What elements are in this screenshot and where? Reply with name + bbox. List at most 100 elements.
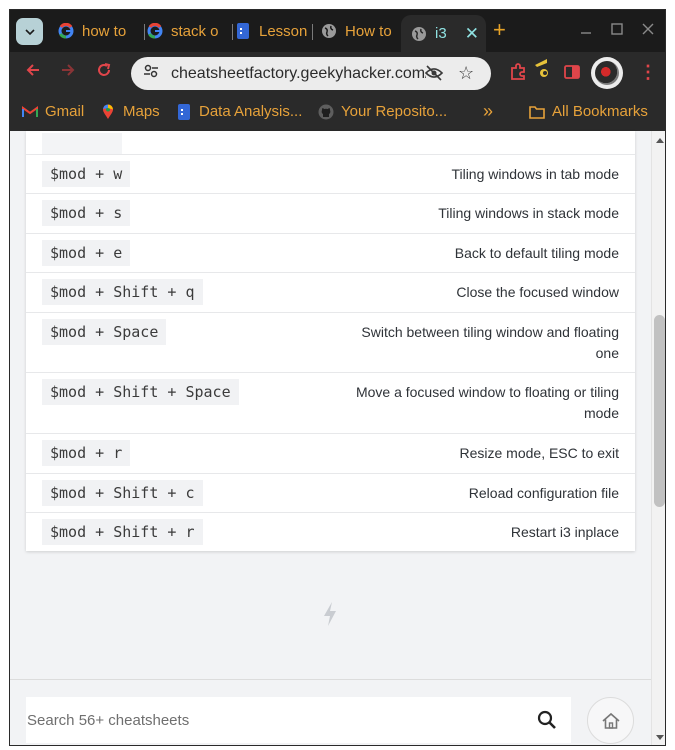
shortcut-keys: $mod + w xyxy=(42,161,131,187)
table-row: $mod + Shift + q Close the focused windo… xyxy=(26,272,635,312)
shortcut-keys: $mod + Shift + r xyxy=(42,519,203,545)
side-panel-icon[interactable] xyxy=(563,63,581,86)
bookmark-github[interactable]: Your Reposito... xyxy=(318,103,447,120)
table-row: $mod + r Resize mode, ESC to exit xyxy=(26,433,635,473)
back-icon[interactable] xyxy=(25,62,41,83)
description-line: Move a focused window to floating or til… xyxy=(355,384,619,400)
home-icon xyxy=(601,712,620,729)
site-settings-icon[interactable] xyxy=(143,63,159,84)
document-icon xyxy=(176,103,192,120)
tab-stack-overflow[interactable]: stack o xyxy=(147,17,223,45)
avatar-image xyxy=(595,61,619,85)
description-line: Switch between tiling window and floatin… xyxy=(361,324,619,340)
browser-chrome: how to stack o Lesson How to i3 ✕ + chea… xyxy=(10,10,665,131)
scroll-up-arrow-icon[interactable] xyxy=(656,138,664,143)
tab-search-button[interactable] xyxy=(16,18,43,45)
shortcut-description: Tiling windows in stack mode xyxy=(438,205,619,221)
extensions-icon[interactable] xyxy=(509,63,527,86)
google-icon xyxy=(147,23,163,39)
more-options-icon[interactable]: ⋮ xyxy=(639,62,657,83)
google-icon xyxy=(58,23,74,39)
document-icon xyxy=(235,23,251,39)
globe-icon xyxy=(321,23,337,39)
tab-how-to-2[interactable]: How to xyxy=(321,17,395,45)
table-row: $mod + s Tiling windows in stack mode xyxy=(26,193,635,233)
extension-badge-icon[interactable] xyxy=(533,57,555,84)
description-line: mode xyxy=(583,405,619,421)
shortcut-description: Close the focused window xyxy=(456,284,619,300)
tab-how-to[interactable]: how to xyxy=(58,17,134,45)
bookmark-label: Data Analysis... xyxy=(199,103,303,120)
table-row: $mod + w Tiling windows in tab mode xyxy=(26,154,635,193)
reload-icon[interactable] xyxy=(96,62,112,83)
shortcut-description: Switch between tiling window and floatin… xyxy=(361,322,619,364)
tab-title: i3 xyxy=(435,25,447,42)
gmail-icon xyxy=(22,104,38,120)
minimize-icon[interactable] xyxy=(580,22,592,39)
maps-icon xyxy=(100,103,116,120)
avatar[interactable] xyxy=(591,57,623,89)
scrollbar-thumb[interactable] xyxy=(654,315,665,507)
star-icon[interactable]: ☆ xyxy=(458,63,474,84)
shortcut-keys: $mod + r xyxy=(42,440,131,466)
home-button[interactable] xyxy=(587,697,634,744)
address-bar[interactable]: cheatsheetfactory.geekyhacker.com/l... ☆ xyxy=(131,57,491,90)
shortcut-table: $mod + w Tiling windows in tab mode $mod… xyxy=(26,131,635,551)
github-icon xyxy=(318,104,334,120)
tab-title: stack o xyxy=(171,22,219,40)
tab-separator xyxy=(232,24,233,40)
tab-strip: how to stack o Lesson How to i3 ✕ + xyxy=(10,10,665,52)
bookmark-data-analysis[interactable]: Data Analysis... xyxy=(176,103,302,120)
table-row: $mod + Space Switch between tiling windo… xyxy=(26,312,635,372)
table-row: $mod + Shift + c Reload configuration fi… xyxy=(26,473,635,512)
table-row: $mod + Shift + r Restart i3 inplace xyxy=(26,512,635,551)
search-box xyxy=(26,697,571,743)
shortcut-keys: $mod + Space xyxy=(42,319,167,345)
tab-i3-active[interactable]: i3 ✕ xyxy=(401,15,486,52)
tab-separator xyxy=(144,24,145,40)
close-icon[interactable]: ✕ xyxy=(465,24,479,44)
bookmarks-overflow-button[interactable]: » xyxy=(483,101,493,122)
tab-separator xyxy=(312,24,313,40)
url-text: cheatsheetfactory.geekyhacker.com/l... xyxy=(171,64,426,82)
forward-icon[interactable] xyxy=(60,62,76,83)
footer-search-bar xyxy=(10,679,651,745)
globe-icon xyxy=(411,26,427,42)
bookmark-label: Gmail xyxy=(45,103,85,120)
shortcut-description: Reload configuration file xyxy=(468,485,619,501)
shortcut-description: Move a focused window to floating or til… xyxy=(356,382,619,424)
bookmark-gmail[interactable]: Gmail xyxy=(22,103,84,120)
browser-window: how to stack o Lesson How to i3 ✕ + chea… xyxy=(9,9,666,746)
toolbar: cheatsheetfactory.geekyhacker.com/l... ☆… xyxy=(10,52,665,94)
folder-icon xyxy=(529,104,545,120)
window-close-icon[interactable] xyxy=(642,22,654,39)
eye-off-icon[interactable] xyxy=(424,65,444,86)
lightning-icon xyxy=(322,602,338,631)
bookmark-maps[interactable]: Maps xyxy=(100,103,160,120)
shortcut-description: Tiling windows in tab mode xyxy=(451,166,619,182)
new-tab-button[interactable]: + xyxy=(493,18,506,42)
bookmarks-bar: Gmail Maps Data Analysis... Your Reposit… xyxy=(10,94,665,131)
shortcut-keys: $mod + e xyxy=(42,240,131,266)
table-row: $mod + e Back to default tiling mode xyxy=(26,233,635,272)
scroll-down-arrow-icon[interactable] xyxy=(656,735,664,740)
vertical-scrollbar[interactable] xyxy=(651,131,665,745)
shortcut-keys: $mod + Shift + q xyxy=(42,279,203,305)
tab-title: how to xyxy=(82,22,127,40)
all-bookmarks-button[interactable]: All Bookmarks xyxy=(529,103,648,120)
shortcut-keys: $mod + s xyxy=(42,200,131,226)
shortcut-description: Back to default tiling mode xyxy=(454,245,619,261)
table-row: $mod + Shift + Space Move a focused wind… xyxy=(26,372,635,433)
all-bookmarks-label: All Bookmarks xyxy=(552,103,648,120)
shortcut-keys: $mod + Shift + Space xyxy=(42,379,239,405)
page-content: $mod + w Tiling windows in tab mode $mod… xyxy=(10,131,651,745)
search-icon[interactable] xyxy=(537,710,557,735)
maximize-icon[interactable] xyxy=(611,22,623,39)
tab-title: Lesson xyxy=(259,22,307,40)
search-input[interactable] xyxy=(26,711,506,729)
tab-title: How to xyxy=(345,22,392,40)
shortcut-keys: $mod + Shift + c xyxy=(42,480,203,506)
previous-row-key-fragment xyxy=(42,133,122,155)
tab-lesson[interactable]: Lesson xyxy=(235,17,307,45)
shortcut-description: Resize mode, ESC to exit xyxy=(459,445,619,461)
